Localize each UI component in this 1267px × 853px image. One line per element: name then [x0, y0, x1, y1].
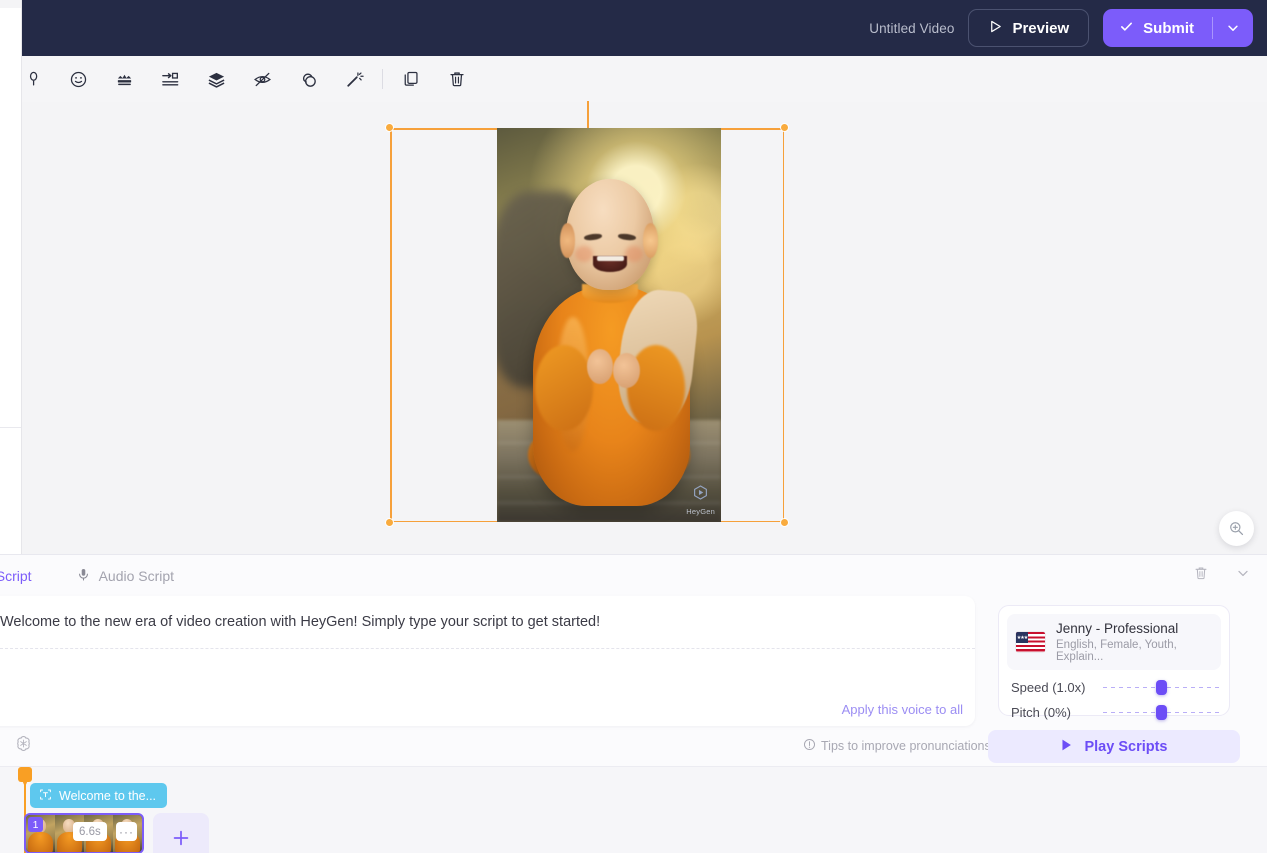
group-shapes-icon[interactable] — [292, 63, 324, 95]
microphone-icon — [76, 567, 91, 585]
script-panel: t Script Audio Script Welcome to the new… — [0, 554, 1267, 766]
playhead-handle[interactable] — [18, 767, 32, 782]
submit-button[interactable]: Submit — [1103, 9, 1253, 47]
photo-teeth — [597, 256, 624, 261]
tab-audio-script-label: Audio Script — [99, 568, 174, 584]
ai-spiral-icon — [14, 734, 33, 753]
pronunciation-tips-link[interactable]: Tips to improve pronunciations — [803, 738, 991, 754]
voice-meta: English, Female, Youth, Explain... — [1056, 639, 1212, 663]
collapse-script-button[interactable] — [1235, 565, 1251, 586]
trash-icon — [1193, 565, 1209, 581]
duplicate-icon[interactable] — [395, 63, 427, 95]
heygen-watermark: HeyGen — [686, 484, 715, 516]
voice-settings-card: ★★★ Jenny - Professional English, Female… — [998, 605, 1230, 716]
ai-assistant-button[interactable] — [14, 734, 33, 758]
script-footer: Tips to improve pronunciations Play Scri… — [0, 726, 1267, 767]
photo-head — [566, 179, 653, 289]
preview-button-label: Preview — [1012, 20, 1069, 37]
resize-handle-top-left[interactable] — [385, 123, 394, 132]
hide-icon[interactable] — [246, 63, 278, 95]
delete-script-button[interactable] — [1193, 565, 1209, 586]
magic-wand-icon[interactable] — [338, 63, 370, 95]
submit-button-main[interactable]: Submit — [1103, 9, 1212, 47]
submit-dropdown-toggle[interactable] — [1213, 9, 1253, 47]
script-separator — [0, 648, 975, 649]
left-panel-top-gap — [0, 0, 21, 8]
tab-text-script-label: t Script — [0, 568, 32, 584]
speed-slider-knob[interactable] — [1156, 680, 1167, 695]
resize-handle-bottom-right[interactable] — [780, 518, 789, 527]
chevron-down-icon — [1226, 21, 1240, 35]
check-icon — [1119, 19, 1134, 38]
script-tab-bar: t Script Audio Script — [0, 555, 1267, 596]
photo-ear-right — [643, 223, 659, 258]
align-icon[interactable] — [154, 63, 186, 95]
play-outline-icon — [988, 19, 1003, 38]
delete-icon[interactable] — [441, 63, 473, 95]
zoom-in-icon — [1228, 520, 1245, 537]
layers-icon[interactable] — [200, 63, 232, 95]
scene-duration-badge: 6.6s — [73, 822, 107, 841]
photo-arm-left — [535, 345, 593, 432]
caption-track-clip[interactable]: Welcome to the... — [30, 783, 167, 808]
plus-icon — [170, 827, 192, 849]
chevron-down-icon — [1235, 565, 1251, 581]
canvas-toolbar — [22, 56, 1267, 102]
photo-cheek-right — [625, 246, 643, 262]
us-flag-icon: ★★★ — [1016, 632, 1045, 652]
apply-voice-to-all-link[interactable]: Apply this voice to all — [842, 702, 963, 717]
speed-slider[interactable] — [1103, 681, 1219, 695]
play-icon — [1060, 738, 1073, 756]
left-panel-divider — [0, 427, 21, 428]
toolbar-separator — [382, 69, 383, 89]
pitch-slider-knob[interactable] — [1156, 705, 1167, 720]
text-tool-icon[interactable] — [14, 63, 46, 95]
resize-handle-top-right[interactable] — [780, 123, 789, 132]
voice-name: Jenny - Professional — [1056, 621, 1212, 636]
pitch-slider[interactable] — [1103, 706, 1219, 720]
tab-text-script[interactable]: t Script — [0, 555, 32, 596]
pitch-label: Pitch (0%) — [1011, 705, 1103, 720]
video-editor-app: Untitled Video Preview Submit — [0, 0, 1267, 853]
pitch-slider-row: Pitch (0%) — [1007, 705, 1221, 720]
add-scene-button[interactable] — [153, 813, 209, 853]
rotation-handle-stem[interactable] — [587, 101, 589, 128]
top-header-bar: Untitled Video Preview Submit — [22, 0, 1267, 56]
play-scripts-button[interactable]: Play Scripts — [988, 730, 1240, 763]
scene-more-menu[interactable]: ··· — [116, 822, 137, 841]
info-icon — [803, 738, 816, 754]
selection-edge-left — [390, 128, 392, 522]
speed-label: Speed (1.0x) — [1011, 680, 1103, 695]
canvas-photo[interactable]: HeyGen — [497, 128, 721, 522]
voice-info: Jenny - Professional English, Female, Yo… — [1056, 621, 1212, 663]
tab-audio-script[interactable]: Audio Script — [76, 555, 174, 596]
script-editor-card[interactable]: Welcome to the new era of video creation… — [0, 596, 975, 726]
play-scripts-label: Play Scripts — [1084, 739, 1167, 755]
canvas-stage[interactable]: HeyGen — [22, 102, 1267, 554]
crown-icon[interactable] — [108, 63, 140, 95]
document-title[interactable]: Untitled Video — [869, 21, 954, 36]
preview-button[interactable]: Preview — [968, 9, 1089, 47]
heygen-logo-icon — [692, 484, 709, 506]
resize-handle-bottom-left[interactable] — [385, 518, 394, 527]
selection-edge-right — [783, 128, 785, 522]
scene-clip-1[interactable]: 1 6.6s ··· — [24, 813, 144, 853]
speed-slider-row: Speed (1.0x) — [1007, 680, 1221, 695]
text-frame-icon — [39, 788, 52, 804]
scene-number-badge: 1 — [28, 817, 43, 832]
zoom-in-button[interactable] — [1219, 511, 1254, 546]
script-input[interactable]: Welcome to the new era of video creation… — [0, 612, 959, 633]
voice-selector[interactable]: ★★★ Jenny - Professional English, Female… — [1007, 614, 1221, 670]
selected-element-frame[interactable]: HeyGen — [390, 128, 784, 522]
pronunciation-tips-label: Tips to improve pronunciations — [821, 739, 991, 753]
watermark-label: HeyGen — [686, 507, 715, 516]
submit-button-label: Submit — [1143, 20, 1194, 37]
timeline-panel[interactable]: Welcome to the... 1 6.6s ··· — [0, 766, 1267, 853]
script-tab-actions — [1193, 555, 1251, 596]
emoji-icon[interactable] — [62, 63, 94, 95]
caption-clip-label: Welcome to the... — [59, 789, 156, 803]
